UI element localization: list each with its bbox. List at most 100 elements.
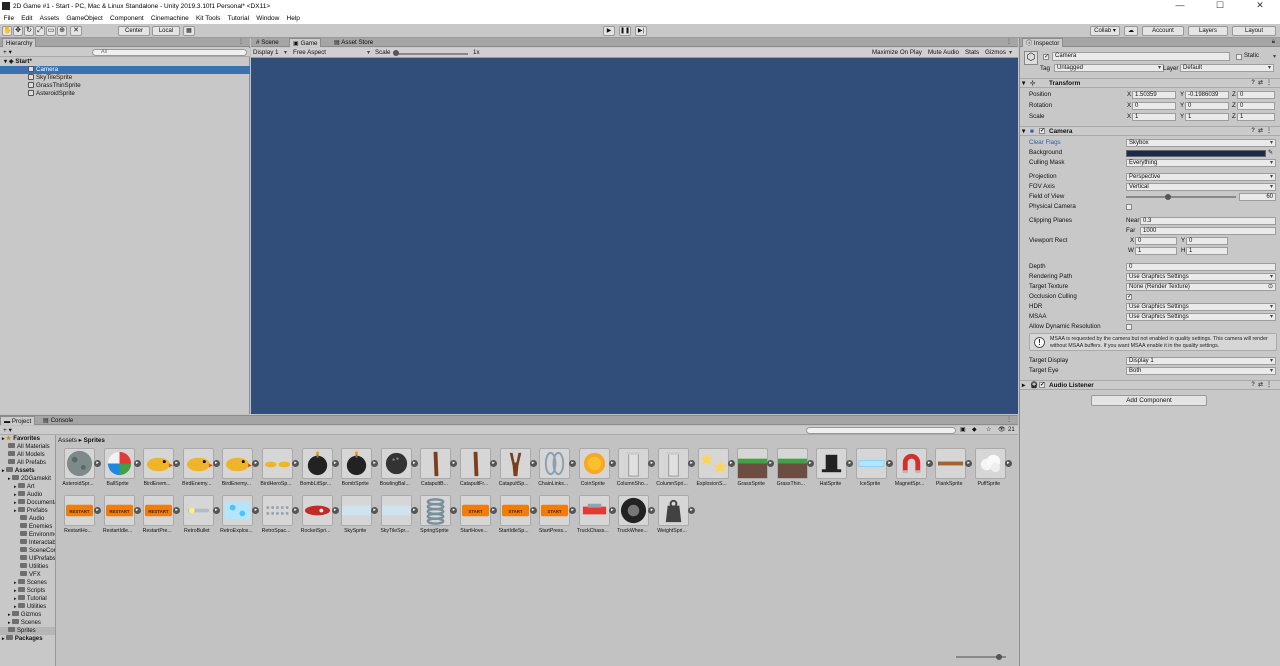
asset-tile[interactable]: ▸ CatapultB...: [414, 448, 458, 495]
scale-x-input[interactable]: 1: [1132, 113, 1176, 121]
panel-menu-icon[interactable]: ⋮: [238, 38, 244, 47]
folder-tree-item[interactable]: Utilities: [0, 563, 55, 571]
clear-flags-dropdown[interactable]: Skybox: [1126, 139, 1276, 147]
scene-row[interactable]: ▾ ◈ Start*: [0, 58, 250, 66]
folder-tree-item[interactable]: ▸ Utilities: [0, 603, 55, 611]
folder-tree-item[interactable]: ▸ Scripts: [0, 587, 55, 595]
expand-sprite-icon[interactable]: ▸: [1004, 460, 1012, 467]
background-color-swatch[interactable]: [1126, 150, 1266, 157]
asset-tile[interactable]: START ▸ StartHove...: [454, 495, 497, 542]
asset-tile[interactable]: ▸ MagnetSpr...: [890, 448, 933, 495]
folder-tree-item[interactable]: Enemies: [0, 523, 55, 531]
tab-scene[interactable]: # Scene: [253, 38, 282, 47]
object-name-input[interactable]: Camera: [1052, 52, 1230, 61]
asset-tile[interactable]: ▸ BallSprite: [98, 448, 141, 495]
asset-tile[interactable]: ▸ BombSprite: [335, 448, 379, 495]
menu-tutorial[interactable]: Tutorial: [224, 15, 253, 22]
asset-tile[interactable]: ▸ AsteroidSpr...: [58, 448, 101, 495]
account-dropdown[interactable]: Account: [1142, 26, 1184, 36]
move-tool-icon[interactable]: ✥: [13, 26, 23, 36]
asset-tile[interactable]: ▸ BirdEnemy...: [177, 448, 220, 495]
eyedropper-icon[interactable]: ✎: [1268, 148, 1273, 158]
target-eye-dropdown[interactable]: Both: [1126, 367, 1276, 375]
asset-tile[interactable]: ▸ SkyTileSpr...: [375, 495, 418, 542]
play-button[interactable]: ▶: [603, 26, 615, 36]
folder-tree-item[interactable]: SceneControl: [0, 547, 55, 555]
game-canvas[interactable]: [251, 58, 1018, 414]
component-menu-icons[interactable]: ?⇄⋮: [1251, 127, 1275, 136]
hierarchy-item-camera[interactable]: Camera: [0, 66, 250, 74]
search-by-label-icon[interactable]: ◆: [972, 426, 977, 435]
asset-tile[interactable]: ▸ RetroSpac...: [256, 495, 299, 542]
rotation-x-input[interactable]: 0: [1132, 102, 1176, 110]
far-input[interactable]: 1000: [1140, 227, 1276, 235]
folder-tree-item[interactable]: ▸ Packages: [0, 635, 55, 643]
static-checkbox[interactable]: [1236, 54, 1242, 60]
tab-inspector[interactable]: ⓘ Inspector: [1022, 38, 1064, 47]
asset-tile[interactable]: ▸ SkySprite: [335, 495, 379, 542]
asset-tile[interactable]: ▸ BirdEnemy...: [216, 448, 260, 495]
asset-tile[interactable]: RESTART ▸ RestartHo...: [58, 495, 101, 542]
mute-audio-toggle[interactable]: Mute Audio: [928, 48, 959, 58]
folder-tree-item[interactable]: ▸ ★ Favorites: [0, 435, 55, 443]
folder-tree-item[interactable]: ▸ Prefabs: [0, 507, 55, 515]
tab-project[interactable]: ▬ Project: [0, 416, 36, 425]
dynamic-resolution-checkbox[interactable]: [1126, 324, 1132, 330]
gizmos-dropdown[interactable]: Gizmos: [985, 48, 1006, 58]
asset-tile[interactable]: ▸ BirdEnem...: [137, 448, 181, 495]
active-checkbox[interactable]: ✓: [1043, 54, 1049, 60]
folder-tree-item[interactable]: All Materials: [0, 443, 55, 451]
asset-tile[interactable]: ▸ PuffSprite: [969, 448, 1012, 495]
display-dropdown[interactable]: Display 1: [253, 48, 278, 58]
object-picker-icon[interactable]: ⊙: [1268, 282, 1273, 292]
component-menu-icons[interactable]: ?⇄⋮: [1251, 381, 1275, 390]
custom-tool-icon[interactable]: ✕: [70, 26, 82, 36]
folder-tree-item[interactable]: All Models: [0, 451, 55, 459]
tab-console[interactable]: ▤ Console: [40, 416, 76, 425]
expand-arrow-icon[interactable]: ▾: [4, 58, 7, 65]
create-asset-dropdown[interactable]: + ▾: [3, 426, 12, 435]
close-button[interactable]: ✕: [1240, 0, 1280, 12]
foldout-arrow-icon[interactable]: ▾: [1022, 79, 1025, 88]
asset-tile[interactable]: ▸ BombLitSpr...: [296, 448, 339, 495]
folder-tree-item[interactable]: Interactables: [0, 539, 55, 547]
maximize-button[interactable]: ☐: [1200, 0, 1240, 12]
rendering-path-dropdown[interactable]: Use Graphics Settings: [1126, 273, 1276, 281]
hierarchy-item-skytilesprite[interactable]: SkyTileSprite: [0, 74, 250, 82]
asset-tile[interactable]: ▸ RocketSpri...: [296, 495, 339, 542]
asset-tile[interactable]: ▸ CoinSprite: [573, 448, 616, 495]
viewport-x-input[interactable]: 0: [1135, 237, 1177, 245]
camera-header[interactable]: ▾ ■ ✓ Camera ?⇄⋮: [1020, 126, 1280, 136]
projection-dropdown[interactable]: Perspective: [1126, 173, 1276, 181]
depth-input[interactable]: 0: [1126, 263, 1276, 271]
layers-dropdown[interactable]: Layers: [1188, 26, 1228, 36]
scale-slider-track[interactable]: [396, 53, 468, 55]
pivot-local-button[interactable]: Local: [152, 26, 180, 36]
asset-tile[interactable]: RESTART ▸ RestartIdle...: [98, 495, 141, 542]
viewport-w-input[interactable]: 1: [1135, 247, 1177, 255]
foldout-arrow-icon[interactable]: ▾: [1022, 127, 1025, 136]
foldout-arrow-icon[interactable]: ▸: [1022, 381, 1025, 390]
create-dropdown[interactable]: + ▾: [3, 48, 12, 57]
lock-icon[interactable]: 🔒︎: [1272, 38, 1275, 47]
maximize-on-play-toggle[interactable]: Maximize On Play: [872, 48, 922, 58]
transform-header[interactable]: ▾ ⊹ Transform ?⇄⋮: [1020, 78, 1280, 88]
stats-toggle[interactable]: Stats: [965, 48, 979, 58]
hierarchy-item-asteroidsprite[interactable]: AsteroidSprite: [0, 90, 250, 98]
asset-tile[interactable]: ▸ CatapultSp...: [494, 448, 537, 495]
asset-tile[interactable]: ▸ IceSprite: [850, 448, 893, 495]
asset-tile[interactable]: ▸ ColumnSho...: [612, 448, 656, 495]
layer-dropdown[interactable]: Default: [1180, 64, 1274, 72]
asset-tile[interactable]: ▸ PlankSprite: [929, 448, 973, 495]
asset-tile[interactable]: ▸ WeightSpri...: [652, 495, 695, 542]
menu-cinemachine[interactable]: Cinemachine: [147, 15, 192, 22]
scale-tool-icon[interactable]: ⤢: [35, 26, 45, 36]
asset-tile[interactable]: ▸ GrassSprite: [731, 448, 775, 495]
fov-slider-handle[interactable]: [1165, 194, 1171, 200]
asset-tile[interactable]: START ▸ StartPress...: [533, 495, 577, 542]
rotation-y-input[interactable]: 0: [1185, 102, 1229, 110]
folder-tree-item[interactable]: ▸ 2DGamekit: [0, 475, 55, 483]
occlusion-culling-checkbox[interactable]: ✓: [1126, 294, 1132, 300]
folder-tree-item[interactable]: ▸ Assets: [0, 467, 55, 475]
fov-input[interactable]: 60: [1239, 193, 1276, 201]
